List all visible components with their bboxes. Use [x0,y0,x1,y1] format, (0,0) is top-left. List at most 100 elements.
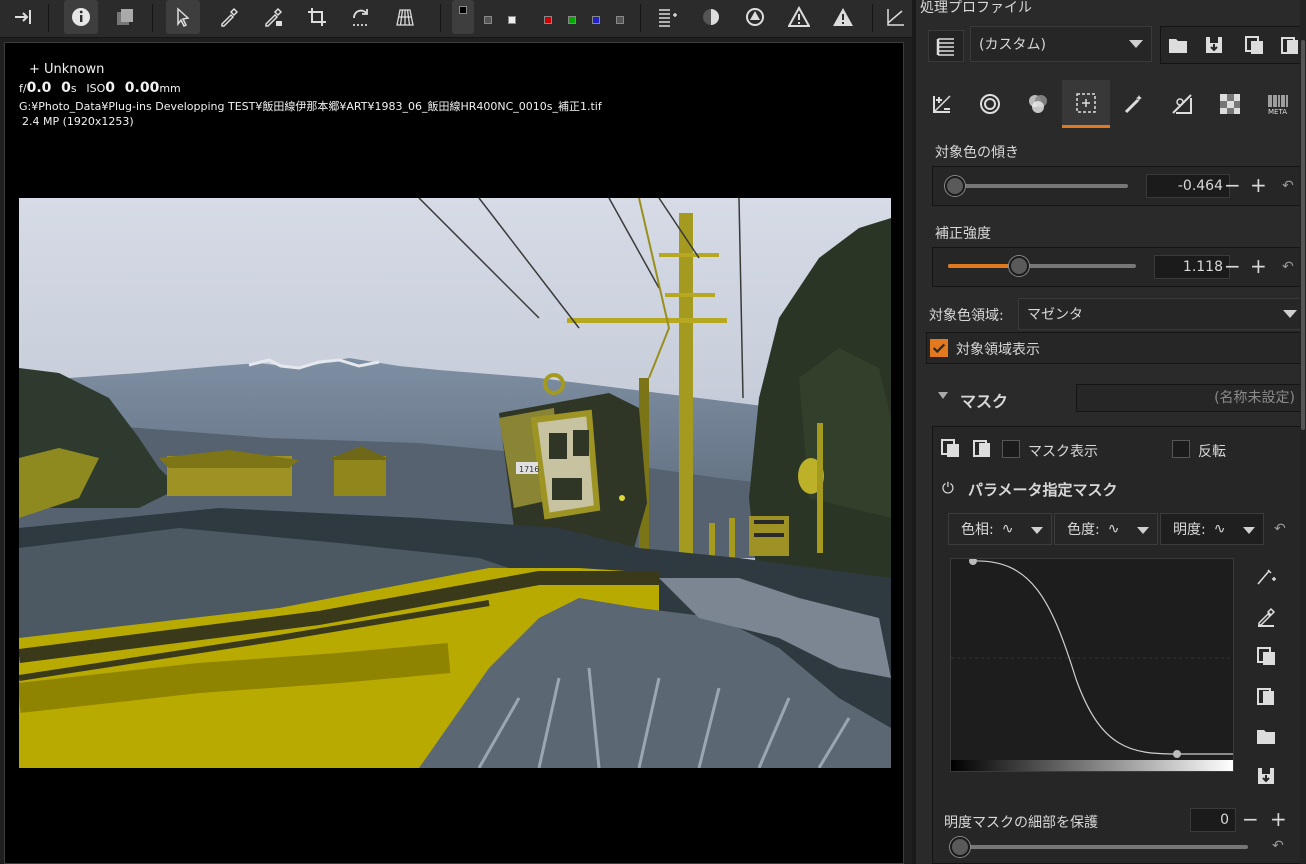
train-number-plate: 1716 [519,465,539,474]
protect-detail-decrement-button[interactable]: − [1242,809,1259,829]
reset-icon[interactable]: ↶ [1272,838,1284,854]
curve-picker-button[interactable] [1252,562,1280,590]
hue-tilt-input[interactable]: -0.464 [1146,174,1230,198]
graph-button[interactable] [880,0,910,34]
warning-highlight-icon [833,8,853,26]
exposure-button[interactable] [694,0,728,34]
protect-detail-increment-button[interactable]: + [1270,809,1287,829]
chip-red-icon[interactable] [544,16,552,24]
copy-icon [941,439,959,457]
strength-decrement-button[interactable]: − [1224,256,1241,276]
focus-button[interactable] [738,0,772,34]
focal-value: 0.00 [124,80,160,97]
curve-open-button[interactable] [1252,722,1280,750]
reset-icon[interactable]: ↶ [1274,521,1286,537]
lightness-curve-button[interactable]: 明度: ∿ [1160,513,1264,545]
copy-profile-button[interactable] [1240,31,1268,59]
protect-detail-slider-knob[interactable] [950,837,970,857]
aperture-value: 0.0 [26,80,52,97]
profile-select[interactable]: (カスタム) [970,26,1152,62]
color-region-select-value: マゼンタ [1027,307,1083,323]
invert-mask-checkbox[interactable] [1172,440,1190,458]
paste-icon [1281,37,1298,54]
curve-save-button[interactable] [1252,762,1280,790]
exposure-info: f/0.0 0s ISO0 0.00mm [19,80,181,97]
chip-blue-icon[interactable] [592,16,600,24]
resolution-label: 2.4 MP (1920x1253) [22,115,134,129]
save-profile-button[interactable] [1200,31,1228,59]
scrollbar-thumb[interactable] [1301,40,1305,430]
copy-mask-button[interactable] [936,434,964,462]
open-profile-button[interactable] [1164,31,1192,59]
tab-metadata[interactable]: META [1254,80,1302,128]
tab-raw[interactable] [1158,80,1206,128]
tab-detail[interactable] [966,80,1014,128]
chip-green-icon[interactable] [568,16,576,24]
hue-tilt-label: 対象色の傾き [935,145,1019,161]
curve-picker-icon [1257,569,1276,585]
hue-curve-label: 色相: [961,522,994,538]
power-icon[interactable]: ⏻ [942,479,954,497]
chroma-curve-button[interactable]: 色度: ∿ [1054,513,1158,545]
image-preview[interactable]: + Unknown f/0.0 0s ISO0 0.00mm G:¥Photo_… [4,42,904,864]
chip-white-icon[interactable] [508,16,516,24]
info-overlay: + Unknown f/0.0 0s ISO0 0.00mm G:¥Photo_… [19,61,602,130]
chip-black-button[interactable] [452,0,474,34]
photo-canvas[interactable]: 1716 [19,198,891,768]
profile-list-button[interactable] [928,30,964,62]
mask-collapse-icon[interactable] [938,392,948,399]
hue-curve-button[interactable]: 色相: ∿ [948,513,1052,545]
perspective-button[interactable] [388,0,422,34]
mask-name-input[interactable]: (名称未設定) [1076,384,1302,412]
color-picker-button[interactable] [212,0,246,34]
lightness-curve-editor[interactable] [950,557,1234,772]
hue-tilt-increment-button[interactable]: + [1250,175,1267,195]
curve-point[interactable] [1173,750,1181,758]
tab-local-adjust[interactable] [1062,80,1110,128]
raw-tab-icon [1172,94,1192,114]
warning-shadow-button[interactable] [782,0,816,34]
color-region-select[interactable]: マゼンタ [1018,298,1306,330]
color-tab-icon [1029,95,1047,113]
lightness-curve-label: 明度: [1173,522,1206,538]
curve-eyedropper-button[interactable] [1252,603,1280,631]
show-mask-checkbox[interactable] [1002,440,1020,458]
reset-icon[interactable]: ↶ [1282,259,1294,275]
protect-detail-input[interactable]: 0 [1190,808,1236,832]
crop-button[interactable] [300,0,334,34]
copy-icon [1245,36,1263,54]
tab-checker[interactable] [1206,80,1254,128]
chip-gray-icon[interactable] [484,16,492,24]
strength-input[interactable]: 1.118 [1154,255,1230,279]
curve-icon: ∿ [1107,521,1120,537]
warning-highlight-button[interactable] [826,0,860,34]
param-mask-label: パラメータ指定マスク [968,481,1118,499]
panel-toggle-button[interactable] [6,0,40,34]
hue-tilt-decrement-button[interactable]: − [1224,175,1241,195]
curve-point[interactable] [969,557,977,565]
show-region-checkbox[interactable] [930,339,948,357]
checker-tab-icon [1220,94,1240,114]
profile-select-value: (カスタム) [979,37,1046,53]
tab-color[interactable] [1014,80,1062,128]
chip-mono-icon[interactable] [616,16,624,24]
graph-icon [887,9,904,26]
rotate-button[interactable] [344,0,378,34]
compare-icon [117,9,133,25]
histogram-button[interactable] [650,0,684,34]
perspective-icon [396,9,414,26]
compare-button[interactable] [108,0,142,34]
white-balance-picker-button[interactable] [256,0,290,34]
info-button[interactable] [64,0,98,34]
strength-increment-button[interactable]: + [1250,256,1267,276]
curve-paste-button[interactable] [1252,682,1280,710]
tab-transform[interactable] [1110,80,1158,128]
file-path: G:¥Photo_Data¥Plug-ins Developping TEST¥… [19,99,602,113]
paste-mask-button[interactable] [968,434,996,462]
curve-copy-button[interactable] [1252,642,1280,670]
pointer-button[interactable] [166,0,200,34]
tab-exposure[interactable] [918,80,966,128]
panel-scrollbar[interactable] [1300,0,1306,864]
chroma-curve-label: 色度: [1067,522,1100,538]
reset-icon[interactable]: ↶ [1282,178,1294,194]
